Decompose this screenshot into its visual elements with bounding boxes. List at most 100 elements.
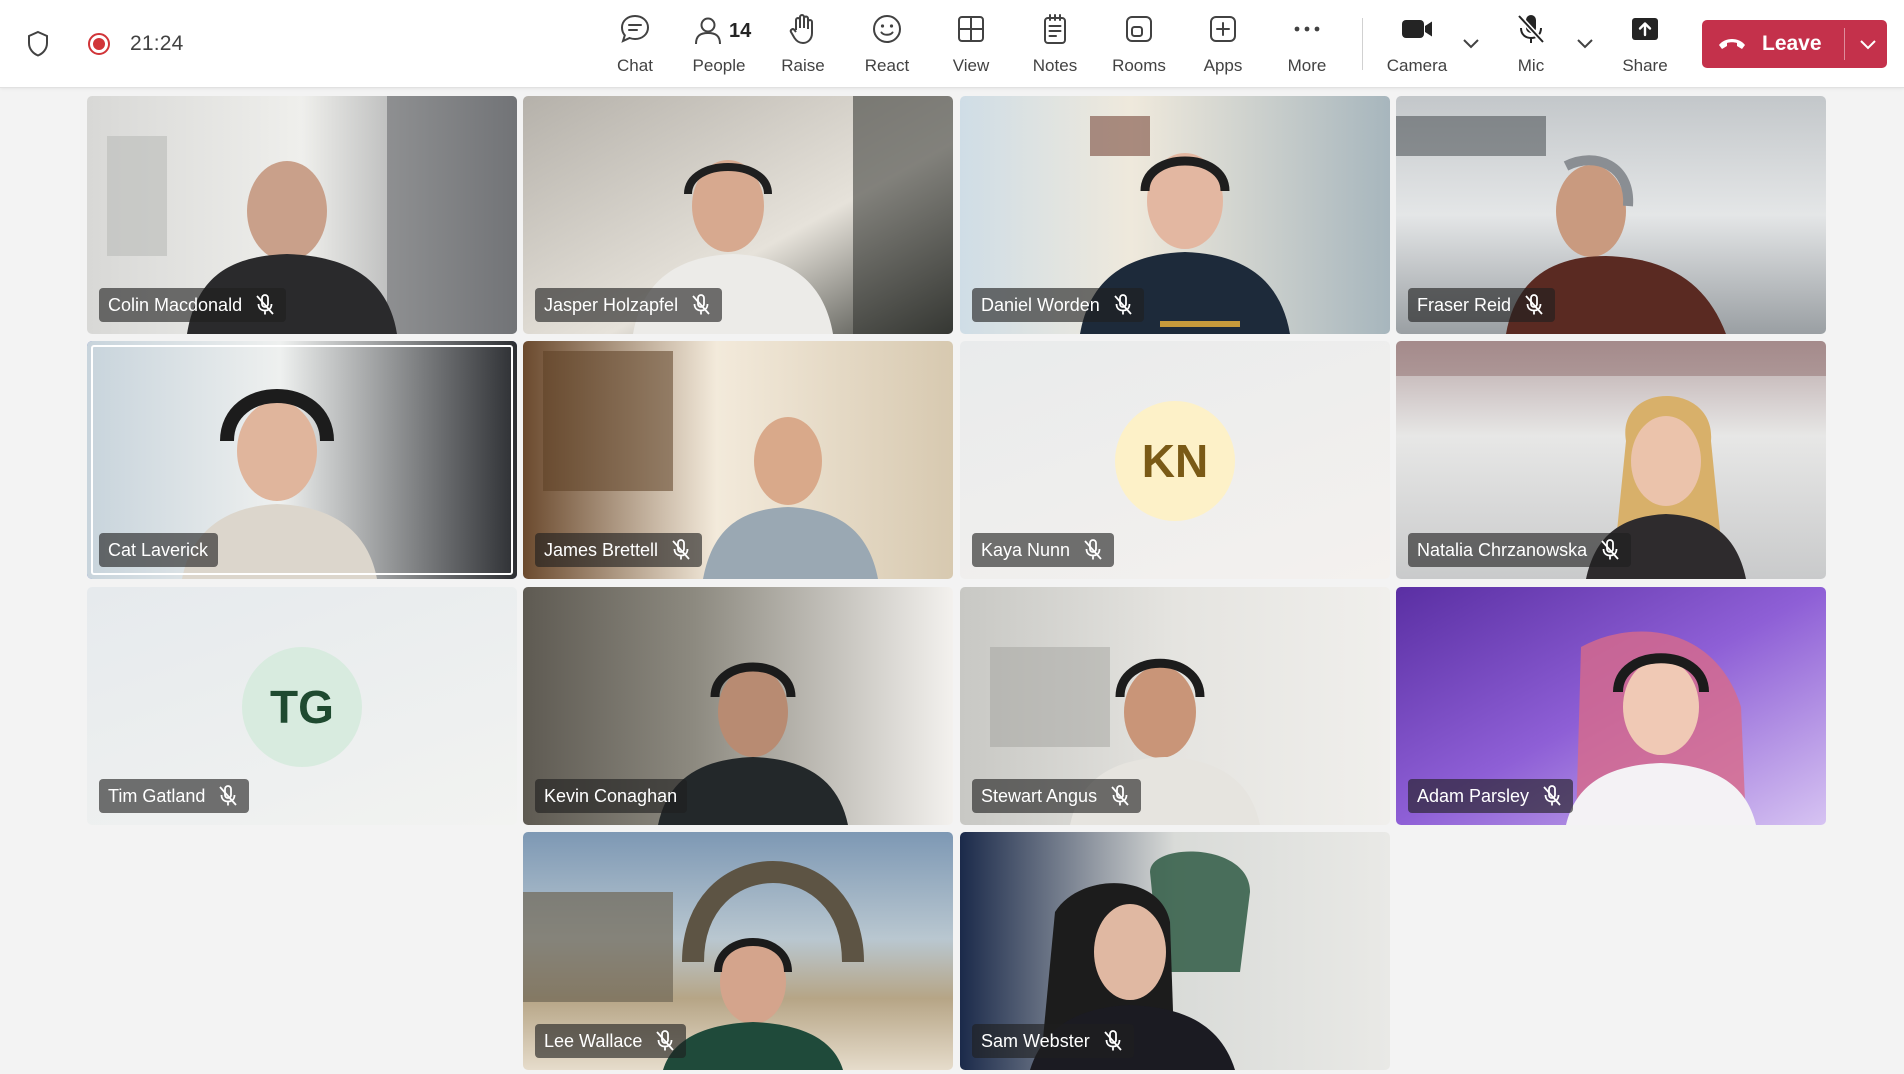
react-button[interactable]: React	[845, 10, 929, 80]
view-label: View	[952, 56, 990, 75]
notes-icon	[1038, 12, 1072, 51]
participant-name: Cat Laverick	[108, 539, 209, 560]
participant-tile-james-brettell[interactable]: James Brettell	[523, 341, 953, 579]
notes-label: Notes	[1032, 56, 1078, 75]
hang-up-icon	[1702, 35, 1762, 53]
leave-button[interactable]: Leave	[1702, 20, 1887, 68]
breakout-rooms-icon	[1122, 12, 1156, 51]
mic-label: Mic	[1517, 56, 1545, 75]
view-button[interactable]: View	[929, 10, 1013, 80]
name-label: Daniel Worden	[972, 288, 1144, 322]
name-label: Cat Laverick	[99, 533, 219, 567]
more-dots-icon	[1290, 12, 1324, 51]
participant-tile-colin-macdonald[interactable]: Colin Macdonald	[87, 96, 517, 334]
participant-name: Lee Wallace	[544, 1030, 643, 1051]
participant-name: Stewart Angus	[981, 785, 1098, 806]
participant-name: Adam Parsley	[1417, 785, 1530, 806]
participant-name: Natalia Chrzanowska	[1417, 539, 1588, 560]
people-icon	[691, 14, 725, 53]
share-label: Share	[1622, 56, 1668, 75]
participant-name: Jasper Holzapfel	[544, 294, 679, 315]
add-app-icon	[1206, 12, 1240, 51]
avatar: TG	[242, 647, 362, 767]
name-label: Colin Macdonald	[99, 288, 287, 322]
people-count: 14	[729, 20, 752, 42]
chevron-down-icon	[1576, 36, 1594, 54]
participant-tile-kaya-nunn[interactable]: KN Kaya Nunn	[960, 341, 1390, 579]
participant-tile-lee-wallace[interactable]: Lee Wallace	[523, 832, 953, 1070]
participant-tile-kevin-conaghan[interactable]: Kevin Conaghan	[523, 587, 953, 825]
participant-tile-tim-gatland[interactable]: TG Tim Gatland	[87, 587, 517, 825]
mic-off-icon	[690, 293, 712, 317]
meeting-status: 21:24	[24, 26, 184, 62]
participant-name: Kevin Conaghan	[544, 785, 678, 806]
leave-options-chevron-icon[interactable]	[1852, 28, 1884, 60]
camera-button[interactable]: Camera	[1375, 10, 1459, 80]
rooms-button[interactable]: Rooms	[1097, 10, 1181, 80]
apps-button[interactable]: Apps	[1181, 10, 1265, 80]
mic-off-icon	[670, 538, 692, 562]
participant-tile-jasper-holzapfel[interactable]: Jasper Holzapfel	[523, 96, 953, 334]
share-button[interactable]: Share	[1603, 10, 1687, 80]
raise-hand-icon	[786, 12, 820, 51]
mic-off-icon	[1523, 293, 1545, 317]
chat-icon	[618, 12, 652, 51]
name-label: Fraser Reid	[1408, 288, 1556, 322]
participant-tile-daniel-worden[interactable]: Daniel Worden	[960, 96, 1390, 334]
notes-button[interactable]: Notes	[1013, 10, 1097, 80]
leave-separator	[1844, 28, 1845, 60]
mic-button[interactable]: Mic	[1489, 10, 1573, 80]
camera-icon	[1399, 12, 1435, 51]
participant-tile-sam-webster[interactable]: Sam Webster	[960, 832, 1390, 1070]
shield-icon[interactable]	[24, 28, 52, 60]
apps-label: Apps	[1203, 56, 1243, 75]
name-label: Kaya Nunn	[972, 533, 1115, 567]
participant-tile-cat-laverick[interactable]: Cat Laverick	[87, 341, 517, 579]
raise-hand-button[interactable]: Raise	[761, 10, 845, 80]
name-label: James Brettell	[535, 533, 703, 567]
participant-name: Tim Gatland	[108, 785, 206, 806]
name-label: Tim Gatland	[99, 779, 250, 813]
share-screen-icon	[1628, 12, 1662, 51]
chat-button[interactable]: Chat	[593, 10, 677, 80]
smiley-icon	[870, 12, 904, 51]
participant-tile-fraser-reid[interactable]: Fraser Reid	[1396, 96, 1826, 334]
people-label: People	[692, 56, 746, 75]
name-label: Sam Webster	[972, 1024, 1134, 1058]
participant-name: Fraser Reid	[1417, 294, 1512, 315]
name-label: Natalia Chrzanowska	[1408, 533, 1632, 567]
chevron-down-icon	[1462, 36, 1480, 54]
participant-tile-natalia-chrzanowska[interactable]: Natalia Chrzanowska	[1396, 341, 1826, 579]
mic-off-icon	[1112, 293, 1134, 317]
name-label: Stewart Angus	[972, 779, 1142, 813]
camera-options-button[interactable]	[1456, 30, 1486, 60]
more-button[interactable]: More	[1265, 10, 1349, 80]
participant-tile-adam-parsley[interactable]: Adam Parsley	[1396, 587, 1826, 825]
name-label: Jasper Holzapfel	[535, 288, 723, 322]
people-button[interactable]: 14 People	[677, 10, 761, 80]
react-label: React	[864, 56, 910, 75]
participant-name: Daniel Worden	[981, 294, 1100, 315]
mic-off-icon	[1599, 538, 1621, 562]
rooms-label: Rooms	[1112, 56, 1166, 75]
participant-name: James Brettell	[544, 539, 659, 560]
mic-off-icon	[1541, 784, 1563, 808]
mic-options-button[interactable]	[1570, 30, 1600, 60]
mic-off-icon	[254, 293, 276, 317]
mic-off-icon	[1514, 12, 1548, 51]
grid-view-icon	[954, 12, 988, 51]
avatar: KN	[1115, 401, 1235, 521]
toolbar-divider	[1362, 18, 1363, 70]
participant-tile-stewart-angus[interactable]: Stewart Angus	[960, 587, 1390, 825]
participant-name: Colin Macdonald	[108, 294, 243, 315]
participant-name: Sam Webster	[981, 1030, 1090, 1051]
camera-label: Camera	[1386, 56, 1448, 75]
participant-name: Kaya Nunn	[981, 539, 1071, 560]
mic-off-icon	[1082, 538, 1104, 562]
mic-off-icon	[1102, 1029, 1124, 1053]
name-label: Adam Parsley	[1408, 779, 1574, 813]
recording-icon	[86, 31, 112, 57]
more-label: More	[1287, 56, 1327, 75]
meeting-toolbar: 21:24 Chat 14 People Raise React View No…	[0, 0, 1904, 88]
mic-off-icon	[654, 1029, 676, 1053]
